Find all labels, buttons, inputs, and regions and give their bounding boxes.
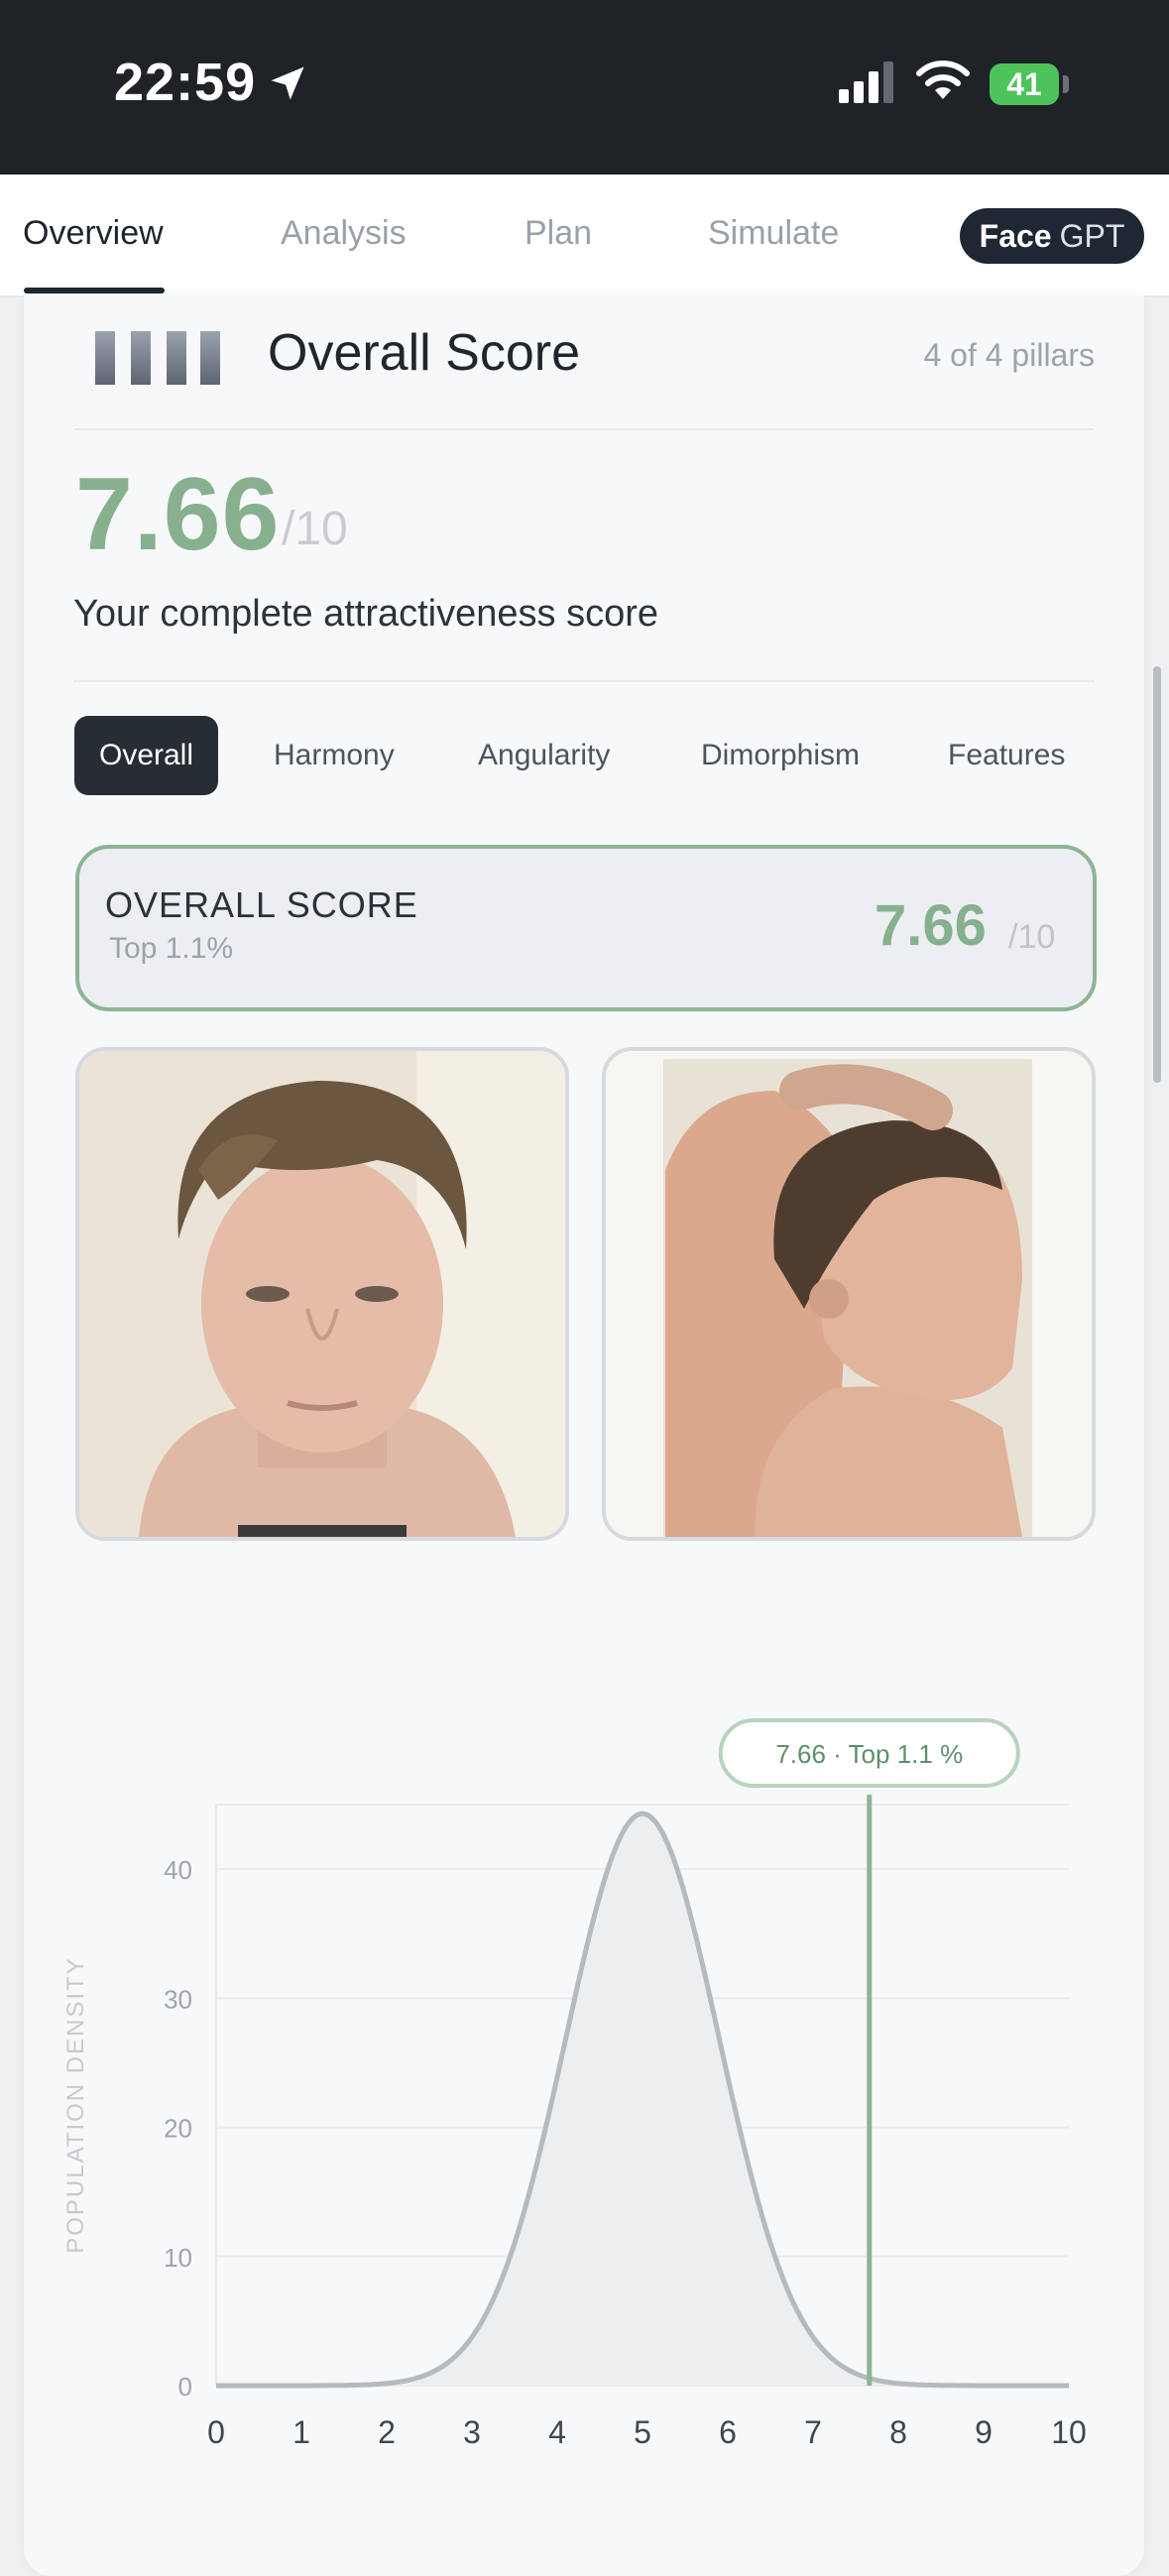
battery-level: 41 [1006,65,1042,102]
x-tick-label: 3 [463,2414,481,2450]
wifi-icon [916,60,970,99]
tab-simulate[interactable]: Simulate [708,214,839,253]
active-tab-indicator [24,288,165,293]
facegpt-label: GPT [1059,217,1125,254]
facegpt-label-bold: Face [979,217,1052,254]
x-tick-label: 4 [548,2414,566,2450]
signal-icon [839,61,893,103]
overall-score-denominator: /10 [282,503,348,555]
front-photo[interactable] [75,1047,569,1541]
y-tick-label: 10 [164,2243,192,2273]
profile-face-image [606,1051,1092,1537]
subtab-features[interactable]: Features [948,716,1065,795]
subtab-angularity[interactable]: Angularity [478,716,610,795]
card-title: Overall Score [268,324,580,382]
tab-plan[interactable]: Plan [525,214,592,253]
tab-analysis[interactable]: Analysis [281,214,407,253]
y-tick-label: 0 [178,2372,192,2401]
subtab-overall[interactable]: Overall [74,716,218,795]
x-tick-label: 7 [804,2414,822,2450]
x-tick-label: 0 [207,2414,225,2450]
x-tick-label: 1 [292,2414,310,2450]
y-axis-label: POPULATION DENSITY [62,1956,89,2254]
score-description: Your complete attractiveness score [73,593,659,635]
tab-overview[interactable]: Overview [23,214,164,253]
y-tick-label: 40 [164,1855,192,1885]
score-distribution-chart: 0 10 20 30 40 0 1 2 3 4 5 6 7 8 9 10 POPULATION DENSITY 7… [62,1718,1087,2450]
pillars-icon [95,331,220,385]
scrollbar[interactable] [1153,666,1161,1083]
overall-score-panel-denominator: /10 [1008,918,1056,956]
x-tick-label: 10 [1051,2414,1087,2450]
divider [73,680,1095,682]
x-tick-label: 8 [889,2414,907,2450]
overall-score-panel-title: OVERALL SCORE [105,884,418,925]
percentile-label: Top 1.1% [109,932,234,965]
facegpt-button[interactable]: Face GPT [960,208,1144,264]
location-arrow-icon [271,66,304,100]
clock: 22:59 [114,53,257,112]
y-tick-label: 30 [164,1984,192,2014]
battery-icon: 41 [990,63,1059,105]
front-face-image [79,1051,565,1537]
pillars-count: 4 of 4 pillars [923,337,1095,373]
x-tick-label: 5 [634,2414,651,2450]
score-marker-label: 7.66 · Top 1.1 % [775,1739,963,1769]
overall-score-panel-value: 7.66 [875,893,987,958]
overall-score-value: 7.66 [75,457,281,572]
x-tick-label: 6 [719,2414,737,2450]
subtab-dimorphism[interactable]: Dimorphism [701,716,860,795]
top-nav: Overview Analysis Plan Simulate Face GPT [0,175,1169,297]
divider [73,428,1095,430]
x-tick-label: 2 [378,2414,396,2450]
side-profile-photo[interactable] [602,1047,1096,1541]
x-tick-label: 9 [975,2414,993,2450]
status-bar: 22:59 41 [0,0,1169,175]
distribution-area [216,1814,1069,2386]
y-tick-label: 20 [164,2114,192,2144]
battery-nub [1063,75,1069,93]
subtab-harmony[interactable]: Harmony [274,716,395,795]
